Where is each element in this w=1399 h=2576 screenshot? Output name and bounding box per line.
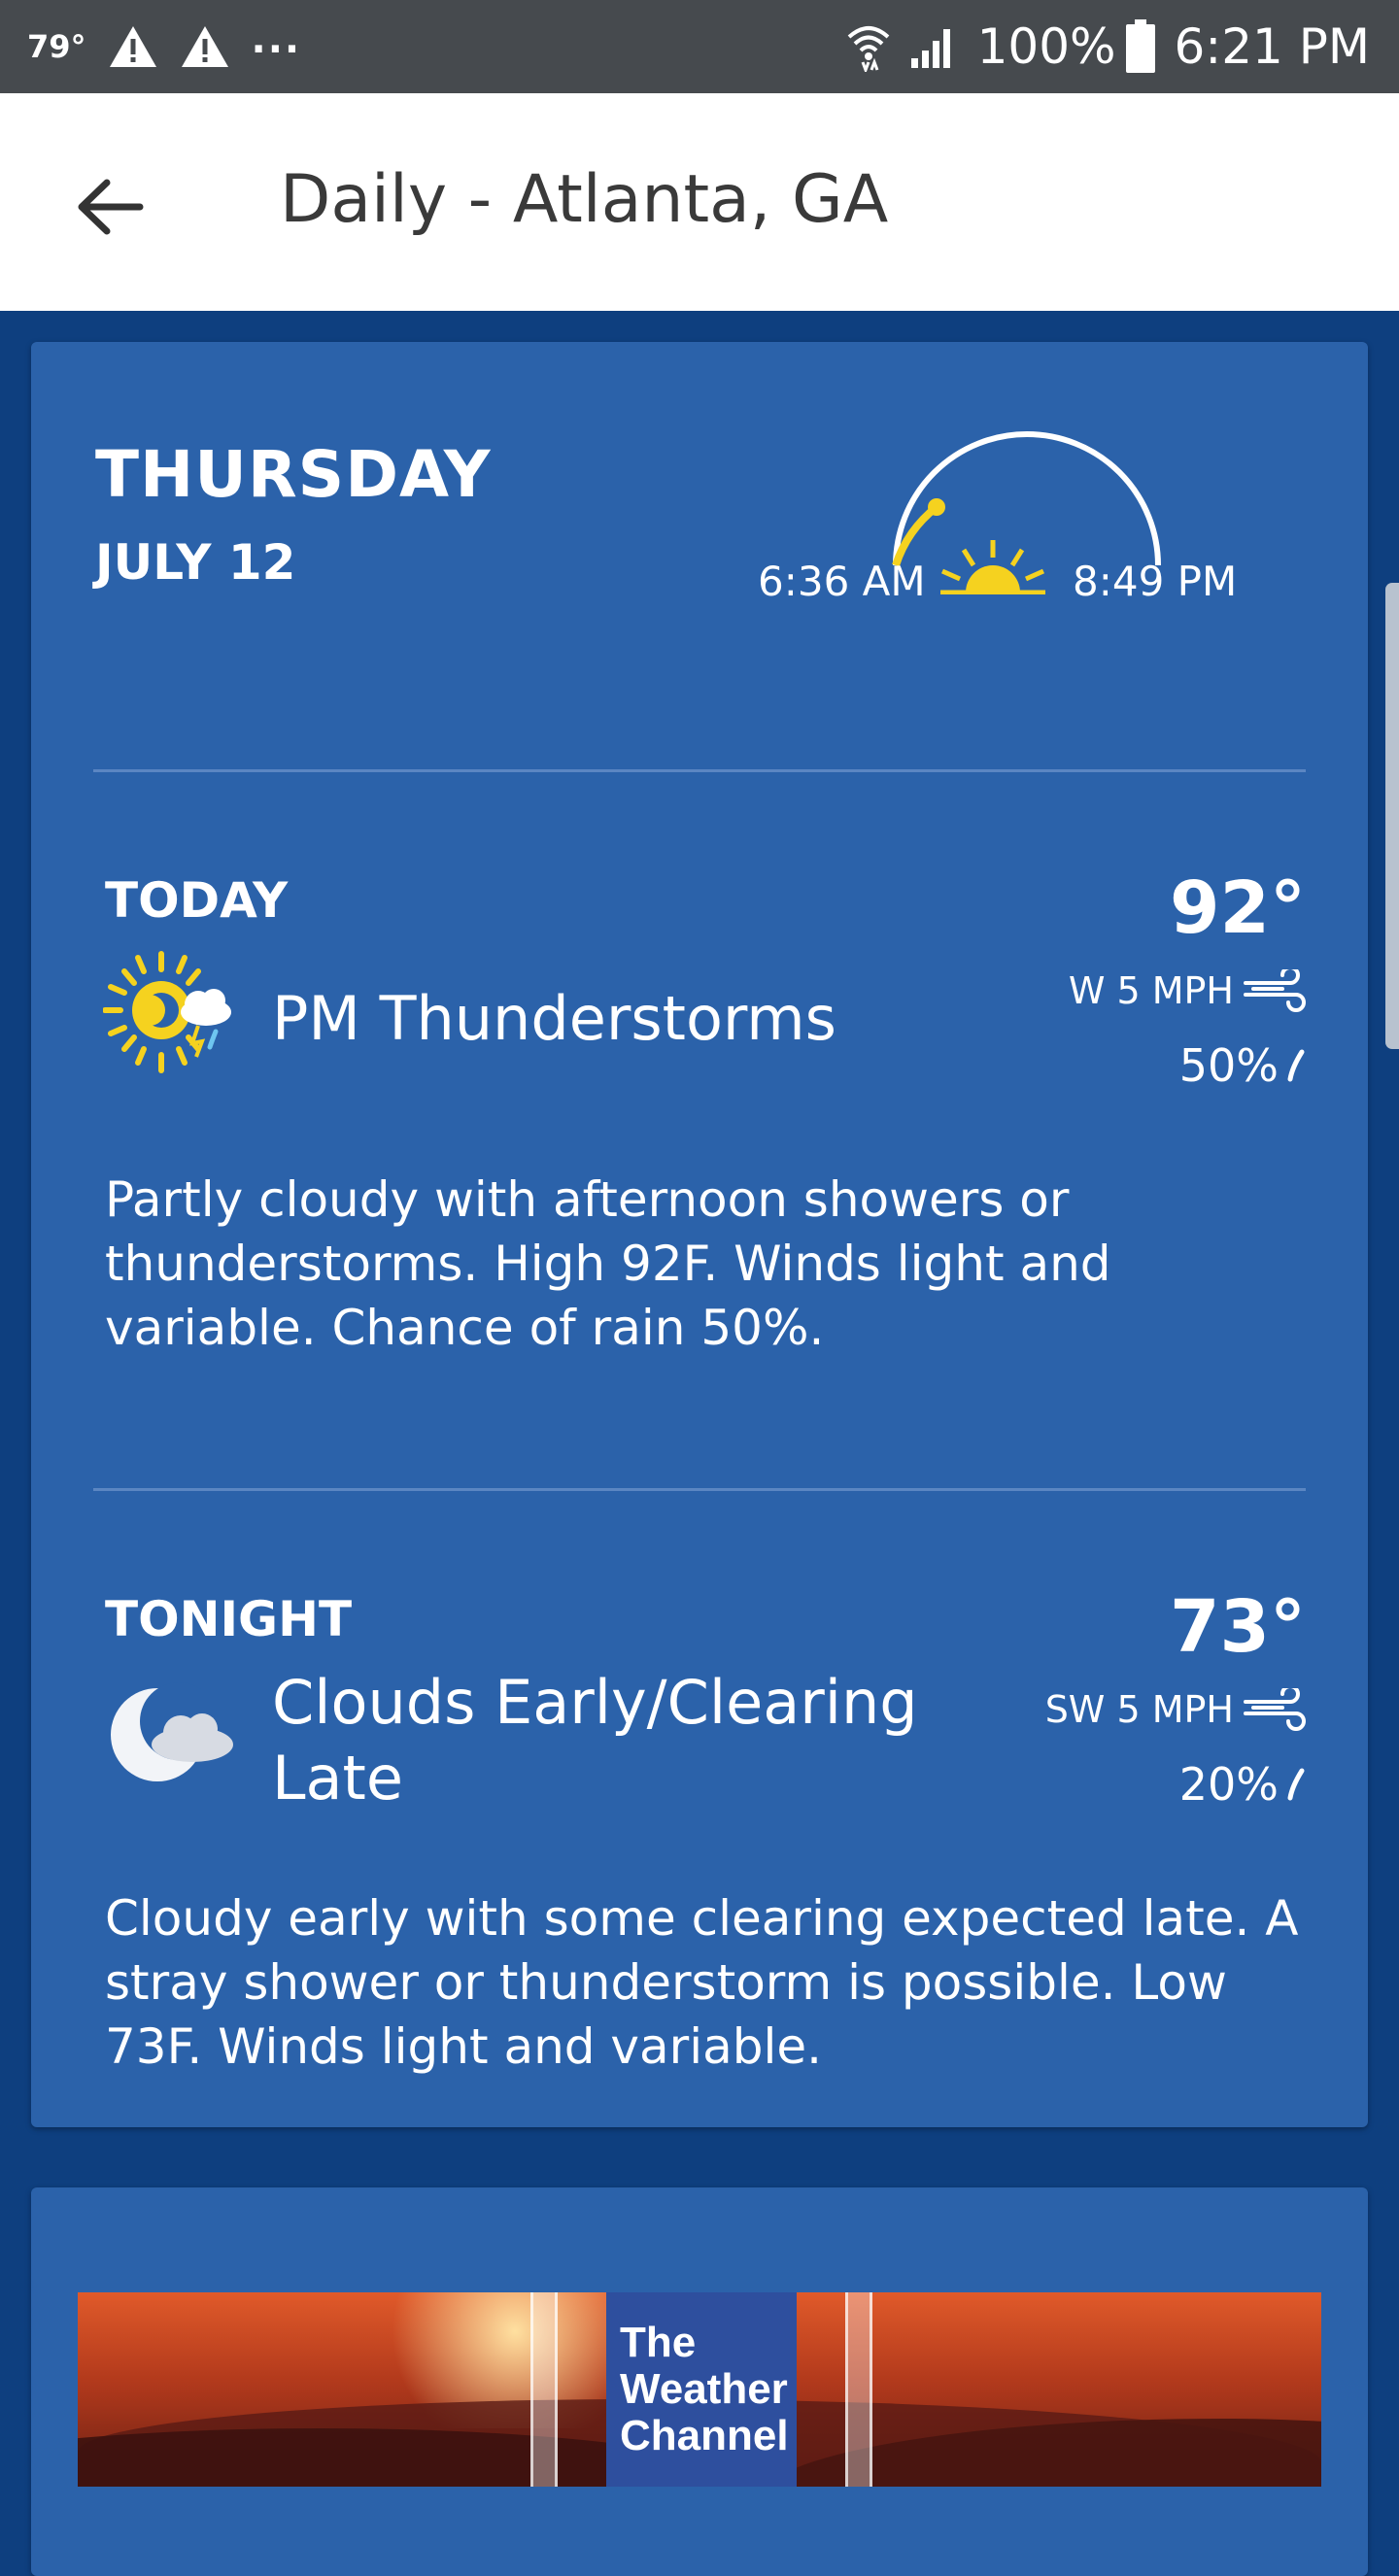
battery-icon <box>1125 19 1155 73</box>
today-precip: 50% <box>1179 1039 1306 1092</box>
tonight-temperature: 73° <box>1170 1585 1306 1669</box>
sunrise-sun-icon <box>940 540 1045 594</box>
today-narrative: Partly cloudy with afternoon showers or … <box>105 1171 1111 1356</box>
pm-thunderstorms-icon <box>103 951 231 1073</box>
raindrop-icon <box>1287 1049 1305 1082</box>
tonight-precip: 20% <box>1179 1758 1306 1811</box>
more-notifications-indicator: ... <box>251 17 302 62</box>
logo-line-2: Weather <box>620 2365 788 2413</box>
moon-cloud-icon <box>111 1682 233 1781</box>
tonight-precip-text: 20% <box>1178 1758 1279 1811</box>
wifi-icon <box>847 26 889 72</box>
scrollbar[interactable] <box>1385 583 1399 1049</box>
arrow-left-icon <box>78 179 144 235</box>
status-temperature: 79° <box>27 28 86 65</box>
logo-line-1: The <box>620 2319 697 2366</box>
divider <box>93 769 1306 772</box>
warning-icon <box>181 26 228 67</box>
today-temperature: 92° <box>1170 866 1306 950</box>
day-name: THURSDAY <box>95 437 492 512</box>
day-date: JULY 12 <box>95 534 296 591</box>
period-label-tonight: TONIGHT <box>105 1591 353 1647</box>
ad-frame-left <box>530 2292 558 2487</box>
today-wind-text: W 5 MPH <box>1068 969 1234 1012</box>
tonight-condition: Clouds Early/Clearing Late <box>272 1667 918 1813</box>
wind-icon <box>1244 1688 1306 1731</box>
status-right: 100% 6:21 PM <box>845 0 1370 93</box>
logo-line-3: Channel <box>620 2412 789 2459</box>
ad-frame-right <box>845 2292 872 2487</box>
wind-icon <box>1244 969 1306 1012</box>
tonight-wind-text: SW 5 MPH <box>1044 1688 1234 1731</box>
back-button[interactable] <box>66 163 154 251</box>
app-bar: Daily - Atlanta, GA <box>0 93 1399 311</box>
battery-indicator: 100% <box>977 18 1157 75</box>
weather-channel-logo: The Weather Channel <box>606 2292 797 2487</box>
tonight-wind: SW 5 MPH <box>1045 1688 1306 1731</box>
status-bar: 79° ... 100% 6:21 PM <box>0 0 1399 93</box>
page-title: Daily - Atlanta, GA <box>280 161 889 238</box>
warning-icon <box>109 26 156 67</box>
battery-percent: 100% <box>976 18 1116 75</box>
today-wind: W 5 MPH <box>1069 969 1306 1012</box>
period-label-today: TODAY <box>105 872 289 929</box>
raindrop-icon <box>1287 1768 1305 1801</box>
today-precip-text: 50% <box>1178 1039 1279 1092</box>
status-time: 6:21 PM <box>1174 18 1370 75</box>
sunset-time: 8:49 PM <box>1073 558 1238 605</box>
today-condition: PM Thunderstorms <box>272 983 836 1054</box>
divider <box>93 1488 1306 1491</box>
status-left: 79° ... <box>27 0 301 93</box>
daily-forecast-card[interactable]: THURSDAY JULY 12 6:36 AM 8:49 PM TODAY 9… <box>31 342 1368 2127</box>
ad-banner[interactable]: The Weather Channel <box>78 2292 1321 2487</box>
sunrise-time: 6:36 AM <box>758 558 926 605</box>
signal-icon <box>910 29 950 68</box>
tonight-narrative: Cloudy early with some clearing expected… <box>105 1890 1299 2075</box>
